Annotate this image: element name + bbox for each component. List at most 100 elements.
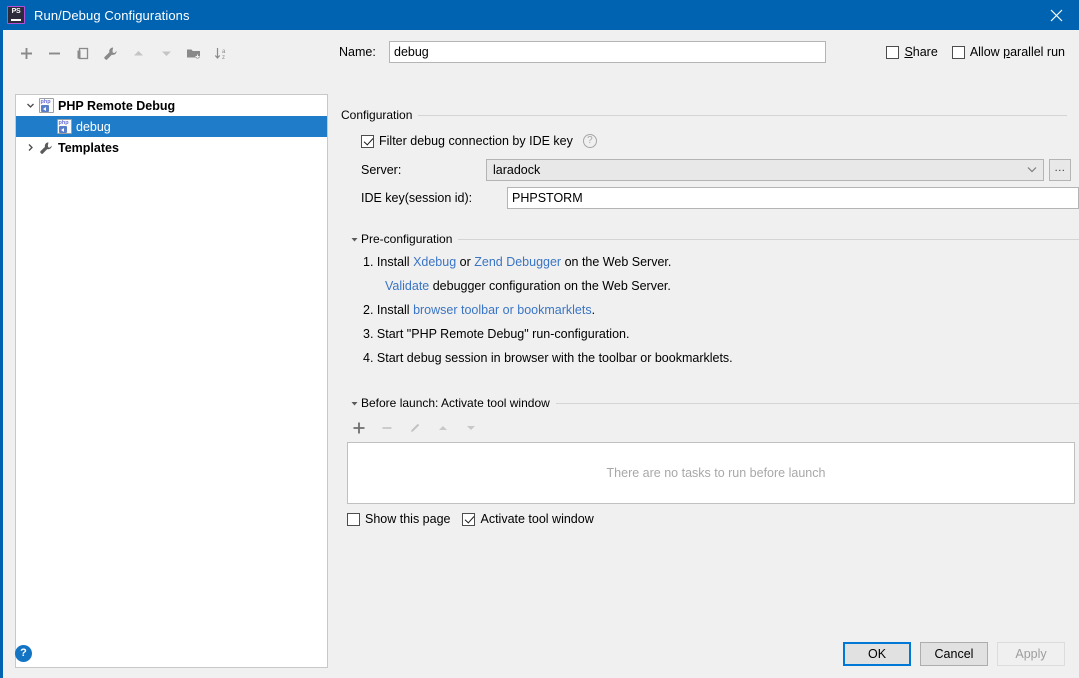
phpstorm-icon-text: PS [11,8,21,15]
copy-configuration-button[interactable] [70,42,94,64]
step-text-plain: . [591,303,596,317]
before-launch-options: Show this page Activate tool window [347,512,594,526]
share-checkbox-label: Share [904,45,938,59]
allow-parallel-run-checkbox-label: Allow parallel run [969,45,1065,59]
step-text-plain: Install [376,255,414,269]
server-label: Server: [361,162,402,177]
php-remote-debug-icon: php [38,98,54,114]
before-launch-empty-text: There are no tasks to run before launch [606,466,826,480]
before-launch-section-header: Before launch: Activate tool window [347,396,1079,410]
help-question-mark-icon[interactable]: ? [15,645,32,662]
tree-item-templates[interactable]: Templates [16,137,327,158]
step-number: 4. [363,351,374,365]
show-this-page-label: Show this page [365,512,451,526]
server-dropdown-value: laradock [493,162,541,177]
move-task-down-button[interactable] [459,417,483,439]
title-bar: PS Run/Debug Configurations [0,0,1079,30]
share-options: Share Allow parallel run [886,40,1065,64]
xdebug-link[interactable]: Xdebug [413,255,456,269]
before-launch-section-title: Before launch: Activate tool window [361,396,550,410]
remove-configuration-button[interactable] [42,42,66,64]
dialog-content: a z php PHP Remote Debug php debug Templ… [0,30,1079,678]
show-this-page-checkbox-box[interactable] [347,512,360,526]
step-text-plain: Install [376,303,414,317]
preconfiguration-step-2: 2. Install browser toolbar or bookmarkle… [363,298,1079,322]
validate-link[interactable]: Validate [385,279,429,293]
activate-tool-window-checkbox[interactable]: Activate tool window [462,512,594,526]
run-debug-configurations-dialog: PS Run/Debug Configurations a z php PHP … [0,0,1079,678]
apply-button[interactable]: Apply [997,642,1065,666]
server-browse-button[interactable]: ... [1049,158,1071,181]
add-configuration-button[interactable] [14,42,38,64]
server-row: Server: laradock ... [361,158,1079,181]
filter-debug-connection-checkbox[interactable]: Filter debug connection by IDE key [361,134,573,148]
filter-debug-connection-label: Filter debug connection by IDE key [379,134,573,148]
configuration-section-title: Configuration [341,108,413,122]
chevron-down-icon[interactable] [1021,166,1043,173]
svg-text:z: z [222,55,225,61]
edit-task-pencil-icon[interactable] [403,417,427,439]
move-up-button[interactable] [126,42,150,64]
preconfiguration-steps: 1. Install Xdebug or Zend Debugger on th… [363,250,1079,370]
activate-tool-window-label: Activate tool window [480,512,594,526]
allow-parallel-run-checkbox[interactable]: Allow parallel run [951,45,1065,59]
share-checkbox-box[interactable] [886,45,900,59]
ide-key-input[interactable] [507,186,1079,209]
move-task-up-button[interactable] [431,417,455,439]
phpstorm-icon-bar [11,19,21,21]
step-text-plain: or [456,255,475,269]
server-dropdown[interactable]: laradock [486,158,1044,181]
collapse-triangle-icon[interactable] [347,235,361,244]
zend-debugger-link[interactable]: Zend Debugger [474,255,561,269]
allow-parallel-run-checkbox-box[interactable] [951,45,965,59]
move-down-button[interactable] [154,42,178,64]
chevron-down-icon[interactable] [22,101,38,110]
collapse-triangle-icon[interactable] [347,399,361,408]
close-icon[interactable] [1033,0,1079,30]
filter-debug-connection-checkbox-box[interactable] [361,134,374,148]
preconfiguration-step-3: 3. Start "PHP Remote Debug" run-configur… [363,322,1079,346]
step-number: 1. [363,255,374,269]
before-launch-task-list[interactable]: There are no tasks to run before launch [347,442,1075,504]
preconfiguration-section-header: Pre-configuration [347,232,1079,246]
ellipsis-icon: ... [1054,161,1066,174]
step-text-plain: Start "PHP Remote Debug" run-configurati… [376,327,630,341]
remove-task-button[interactable] [375,417,399,439]
cancel-button[interactable]: Cancel [920,642,988,666]
tree-item-label: debug [76,119,111,134]
step-text-plain: Start debug session in browser with the … [376,351,733,365]
add-task-button[interactable] [347,417,371,439]
filter-debug-row: Filter debug connection by IDE key ? [361,134,597,148]
ok-button[interactable]: OK [843,642,911,666]
php-remote-debug-icon: php [56,119,72,135]
activate-tool-window-checkbox-box[interactable] [462,512,476,526]
question-mark-icon[interactable]: ? [582,134,597,148]
edit-templates-wrench-icon[interactable] [98,42,122,64]
sort-az-icon[interactable]: a z [210,42,234,64]
configurations-toolbar: a z [14,40,330,66]
validate-line: Validate debugger configuration on the W… [363,274,1079,298]
tree-item-php-remote-debug[interactable]: php PHP Remote Debug [16,95,327,116]
step-number: 3. [363,327,374,341]
share-checkbox[interactable]: Share [886,45,938,59]
phpstorm-icon: PS [7,6,25,24]
configurations-tree[interactable]: php PHP Remote Debug php debug Templates [15,94,328,668]
configuration-editor-pane: Name: Share Allow parallel run Configura… [339,30,1079,678]
preconfiguration-step-1: 1. Install Xdebug or Zend Debugger on th… [363,250,1079,274]
dialog-footer: ? OK Cancel Apply [3,634,1079,678]
preconfiguration-section-title: Pre-configuration [361,232,453,246]
step-number: 2. [363,303,374,317]
configuration-section-header: Configuration [339,108,1067,122]
create-folder-icon[interactable] [182,42,206,64]
show-this-page-checkbox[interactable]: Show this page [347,512,450,526]
ide-key-label: IDE key(session id): [361,190,473,205]
preconfiguration-step-4: 4. Start debug session in browser with t… [363,346,1079,370]
chevron-right-icon[interactable] [22,143,38,152]
tree-item-debug[interactable]: php debug [16,116,327,137]
section-divider [458,238,1079,240]
validate-line-text: debugger configuration on the Web Server… [429,279,671,293]
wrench-icon [38,140,54,156]
browser-toolbar-link[interactable]: browser toolbar or bookmarklets [413,303,592,317]
name-input[interactable] [389,41,826,63]
dialog-buttons: OK Cancel Apply [843,642,1065,666]
